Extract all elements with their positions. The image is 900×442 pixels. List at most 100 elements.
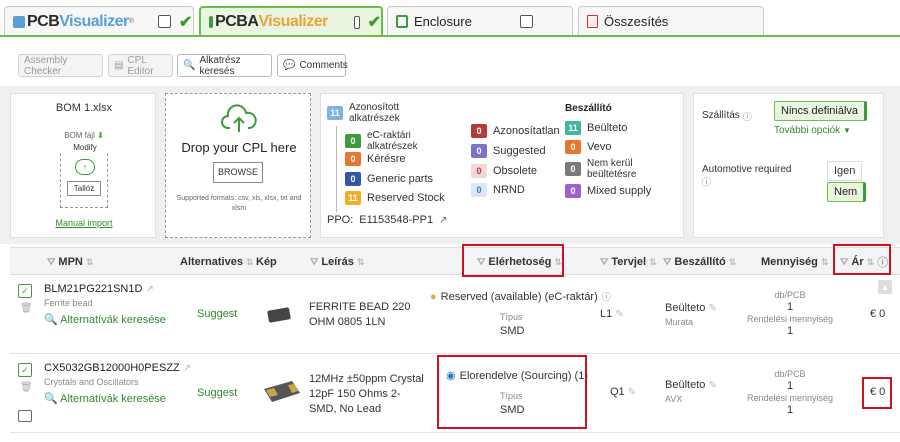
header-alternatives[interactable]: Alternatives ⇅ [180, 248, 254, 276]
bom-panel: BOM 1.xlsx BOM fájl ⬇ Modify ↑ Tallóz Ma… [10, 93, 156, 238]
row-check-icon[interactable]: ✓ [18, 363, 32, 377]
tab-summary[interactable]: Összesítés [578, 6, 764, 36]
pcb-logo-icon [13, 15, 25, 28]
download-icon[interactable]: ⬇ [97, 131, 104, 140]
external-link-icon[interactable]: ↗ [439, 215, 447, 226]
alternatives-search-label: Alternatívák keresése [60, 314, 166, 326]
stat-generic-count: 0 [345, 172, 361, 186]
edit-icon[interactable]: ✎ [628, 387, 636, 398]
cpl-browse-button[interactable]: BROWSE [213, 162, 263, 183]
stat-suggested-label: Suggested [493, 145, 546, 157]
table-row: ✓ 🗑 BLM21PG221SN1D ↗ Ferrite bead 🔍 Alte… [10, 276, 900, 354]
bom-file-label: BOM fájl [64, 131, 95, 140]
ppo-value: E1153548-PP1 [359, 214, 434, 226]
comment-icon[interactable] [18, 410, 32, 422]
row-designator[interactable]: Q1 ✎ [610, 386, 636, 398]
stat-mixed: 0 Mixed supply [565, 184, 651, 198]
external-link-icon[interactable]: ↗ [146, 284, 154, 295]
row-qty-per-pcb: 1 [786, 380, 794, 392]
manual-import-link[interactable]: Manual import [11, 218, 157, 228]
sort-icon[interactable]: ⇅ [821, 257, 829, 268]
sort-icon[interactable]: ⇅ [86, 257, 94, 268]
shipping-undefined-button[interactable]: Nincs definiálva [774, 101, 868, 121]
tab-pcb-visualizer[interactable]: PCB Visualizer ® ✔ [4, 6, 194, 36]
component-image [262, 375, 302, 407]
row-price: € 0 [870, 308, 886, 320]
alternatives-search-link[interactable]: 🔍 Alternatívák keresése [44, 313, 166, 326]
filter-icon[interactable]: ⛛ [310, 257, 318, 268]
row-supplier[interactable]: Beülteto ✎ [665, 302, 717, 314]
row-mpn-text: BLM21PG221SN1D [44, 283, 143, 295]
stat-obsolete-label: Obsolete [493, 165, 538, 177]
stat-generic-label: Generic parts [367, 173, 434, 185]
bom-modify-dropzone[interactable]: Modify ↑ Tallóz [58, 143, 112, 208]
stat-ec-stock: 0 eC-raktári alkatrészek [345, 130, 459, 152]
row-check-icon[interactable]: ✓ [18, 284, 32, 298]
row-supplier-text: Beülteto [665, 379, 706, 391]
comments-button[interactable]: 💬 Comments [277, 54, 348, 77]
stat-customer: 0 Vevo [565, 140, 611, 154]
help-icon[interactable]: ⓘ [702, 177, 711, 187]
assembly-checker-label: Assembly Checker [24, 54, 68, 77]
suggest-button[interactable]: Suggest [197, 387, 237, 399]
sort-icon[interactable]: ⇅ [729, 257, 737, 268]
bom-filename: BOM 1.xlsx [55, 102, 113, 114]
assembly-checker-button[interactable]: Assembly Checker [18, 54, 103, 77]
cpl-editor-button[interactable]: ▤ CPL Editor [108, 54, 173, 77]
part-search-label: Alkatrész keresés [199, 54, 241, 77]
sort-icon[interactable]: ⇅ [357, 257, 365, 268]
stat-reserved-label: Reserved Stock [367, 192, 445, 204]
external-link-icon[interactable]: ↗ [183, 363, 191, 374]
row-supplier[interactable]: Beülteto ✎ [665, 379, 717, 391]
part-search-button[interactable]: 🔍 Alkatrész keresés [177, 54, 272, 77]
row-mpn[interactable]: CX5032GB12000H0PESZZ ↗ [44, 362, 191, 374]
row-designator[interactable]: L1 ✎ [600, 308, 624, 320]
stat-ec-stock-label: eC-raktári alkatrészek [367, 130, 418, 152]
tab-pcba-visualizer[interactable]: PCBA Visualizer ✔ [199, 6, 383, 36]
trash-icon[interactable]: 🗑 [20, 303, 33, 314]
header-mpn[interactable]: ⛛ MPN ⇅ [47, 248, 93, 276]
edit-icon[interactable]: ✎ [708, 380, 716, 391]
edit-icon[interactable]: ✎ [708, 303, 716, 314]
tab-checkbox[interactable] [353, 15, 360, 29]
stat-generic: 0 Generic parts [345, 172, 433, 186]
scroll-up-icon[interactable]: ▲ [878, 280, 892, 294]
automotive-no-button[interactable]: Nem [827, 182, 867, 202]
header-designator-label: Tervjel [611, 256, 647, 268]
stat-reserved: 11 Reserved Stock [345, 191, 445, 205]
tab-checkbox[interactable] [157, 15, 171, 28]
bom-browse-button[interactable]: Tallóz [67, 181, 101, 196]
row-qty-per-pcb: 1 [786, 301, 794, 313]
filter-icon[interactable]: ⛛ [663, 257, 671, 268]
filter-icon[interactable]: ⛛ [600, 257, 608, 268]
stat-identified-count: 11 [327, 106, 343, 120]
more-options-link[interactable]: További opciók ▼ [774, 125, 851, 136]
stat-customer-count: 0 [565, 140, 581, 154]
trash-icon[interactable]: 🗑 [20, 382, 33, 393]
automotive-yes-button[interactable]: Igen [827, 161, 863, 181]
row-supplier-text: Beülteto [665, 302, 706, 314]
sort-icon[interactable]: ⇅ [246, 257, 254, 268]
header-designator[interactable]: ⛛ Tervjel ⇅ [600, 248, 657, 276]
stat-obsolete: 0 Obsolete [471, 164, 537, 178]
header-supplier[interactable]: ⛛ Beszállító ⇅ [663, 248, 736, 276]
cpl-dropzone[interactable]: Drop your CPL here BROWSE Supported form… [165, 93, 311, 238]
tab-checkbox[interactable] [519, 15, 533, 28]
search-icon: 🔍 [183, 60, 196, 71]
caret-down-icon: ▼ [842, 126, 851, 135]
suggest-button[interactable]: Suggest [197, 308, 237, 320]
row-manufacturer: AVX [665, 394, 683, 404]
alternatives-search-link[interactable]: 🔍 Alternatívák keresése [44, 392, 166, 405]
edit-icon[interactable]: ✎ [615, 309, 623, 320]
row-order-qty: 1 [786, 325, 794, 337]
stat-unidentified-label: Azonosítatlan [493, 125, 560, 137]
header-description[interactable]: ⛛ Leírás ⇅ [310, 248, 364, 276]
row-mpn[interactable]: BLM21PG221SN1D ↗ [44, 283, 154, 295]
enclosure-icon [396, 15, 408, 28]
help-icon[interactable]: ⓘ [602, 290, 611, 303]
header-quantity[interactable]: Mennyiség ⇅ [761, 248, 828, 276]
sort-icon[interactable]: ⇅ [649, 257, 657, 268]
help-icon[interactable]: ⓘ [743, 110, 752, 123]
filter-icon[interactable]: ⛛ [47, 257, 55, 268]
tab-enclosure[interactable]: Enclosure [387, 6, 573, 36]
